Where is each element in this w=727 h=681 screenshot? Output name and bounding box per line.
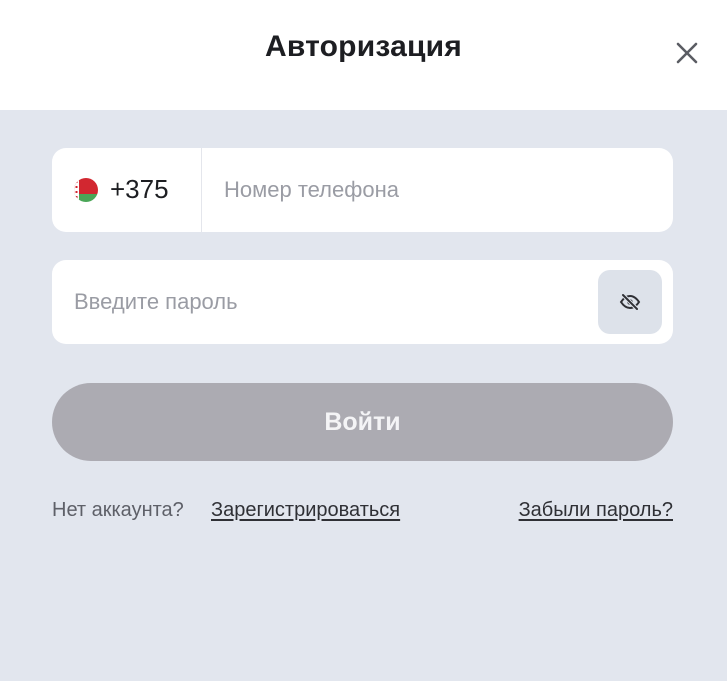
forgot-password-link[interactable]: Забыли пароль? [519, 499, 673, 522]
phone-field: +375 [52, 148, 673, 232]
country-code: +375 [110, 174, 169, 204]
password-input[interactable] [74, 286, 574, 318]
country-code-selector[interactable]: +375 [52, 148, 202, 232]
password-field [52, 260, 673, 344]
register-link[interactable]: Зарегистрироваться [211, 499, 400, 522]
page-title: Авторизация [265, 30, 462, 63]
phone-input[interactable] [224, 174, 644, 206]
toggle-password-visibility-button[interactable] [598, 270, 662, 334]
login-form: +375 Войти Нет аккаунта? Зарегистрироват… [0, 110, 727, 681]
login-button[interactable]: Войти [52, 383, 673, 461]
belarus-flag-icon [74, 178, 98, 202]
eye-off-icon [619, 293, 641, 311]
auth-links: Нет аккаунта? Зарегистрироваться Забыли … [52, 497, 673, 525]
no-account-text: Нет аккаунта? [52, 499, 184, 521]
close-icon[interactable] [670, 36, 704, 70]
modal-header: Авторизация [0, 0, 727, 110]
